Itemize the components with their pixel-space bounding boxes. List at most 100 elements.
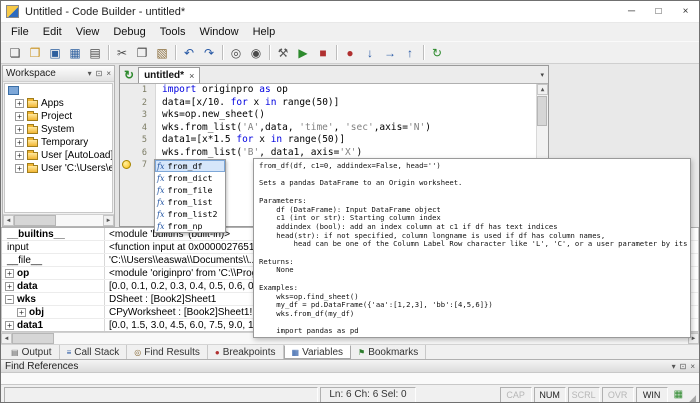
minimize-button[interactable]: ─: [618, 1, 645, 22]
autocomplete-item-from-np[interactable]: fxfrom_np: [155, 220, 225, 232]
code-line[interactable]: 1import originpro as op: [120, 84, 548, 97]
code-line[interactable]: 2data=[x/10. for x in range(50)]: [120, 97, 548, 110]
expand-icon[interactable]: +: [5, 269, 14, 278]
panel-tab-find-results[interactable]: ◎Find Results: [127, 345, 208, 359]
tree-item-label: Temporary: [41, 137, 88, 148]
find-references-header-icons: ▾ ⊡ ×: [672, 362, 695, 371]
collapse-icon[interactable]: −: [5, 295, 14, 304]
save-all-button[interactable]: ▦: [65, 43, 85, 63]
workspace-title: Workspace: [6, 68, 56, 79]
expand-icon[interactable]: +: [17, 308, 26, 317]
close-icon[interactable]: ×: [690, 362, 695, 371]
scroll-track[interactable]: [14, 215, 103, 226]
menu-edit[interactable]: Edit: [36, 23, 69, 41]
code-line[interactable]: 5data1=[x*1.5 for x in range(50)]: [120, 134, 548, 147]
panel-tab-bookmarks[interactable]: ⚑Bookmarks: [351, 345, 426, 359]
panel-tab-output[interactable]: ▤Output: [4, 345, 60, 359]
tree-item-user-c-users-easwa[interactable]: + User 'C:\Users\easwa: [5, 162, 112, 175]
expand-icon[interactable]: +: [15, 112, 24, 121]
code-text: wks=op.new_sheet(): [156, 109, 265, 122]
paste-button[interactable]: ▧: [152, 43, 172, 63]
run-button[interactable]: ▶: [293, 43, 313, 63]
autocomplete-item-from-list[interactable]: fxfrom_list: [155, 196, 225, 208]
autocomplete-item-from-list2[interactable]: fxfrom_list2: [155, 208, 225, 220]
editor-tab[interactable]: untitled* ×: [138, 67, 200, 83]
scroll-left-button[interactable]: ◄: [1, 333, 12, 344]
menu-debug[interactable]: Debug: [106, 23, 152, 41]
scroll-thumb[interactable]: [12, 333, 54, 344]
run-script-icon[interactable]: ↻: [124, 68, 134, 82]
expand-icon[interactable]: +: [15, 99, 24, 108]
autocomplete-item-from-df[interactable]: fxfrom_df: [155, 160, 225, 172]
chevron-down-icon[interactable]: ▾: [88, 69, 92, 78]
new-file-button[interactable]: ❏: [5, 43, 25, 63]
workspace-root-icon: [8, 86, 19, 95]
maximize-button[interactable]: □: [645, 1, 672, 22]
open-file-button[interactable]: ❒: [25, 43, 45, 63]
tree-item-label: User 'C:\Users\easwa: [41, 163, 112, 174]
close-icon[interactable]: ×: [106, 69, 111, 78]
menu-window[interactable]: Window: [192, 23, 245, 41]
tree-item-project[interactable]: +Project: [5, 110, 112, 123]
code-token: in: [265, 97, 276, 108]
resize-grip[interactable]: ◢: [689, 394, 696, 403]
tab-list-dropdown-icon[interactable]: ▾: [540, 71, 548, 83]
code-line[interactable]: 3wks=op.new_sheet(): [120, 109, 548, 122]
scroll-thumb[interactable]: [537, 96, 547, 126]
redo-icon: ↷: [204, 47, 214, 59]
copy-button[interactable]: ❐: [132, 43, 152, 63]
menu-file[interactable]: File: [4, 23, 36, 41]
menu-tools[interactable]: Tools: [153, 23, 193, 41]
tree-item-temporary[interactable]: + Temporary: [5, 136, 112, 149]
workspace-hscrollbar[interactable]: ◄ ►: [3, 214, 114, 226]
chevron-down-icon[interactable]: ▾: [672, 362, 676, 371]
print-button[interactable]: ▤: [85, 43, 105, 63]
expand-icon[interactable]: +: [15, 125, 24, 134]
origin-icon: ↻: [432, 47, 442, 59]
scroll-right-button[interactable]: ►: [103, 215, 114, 226]
redo-button[interactable]: ↷: [199, 43, 219, 63]
stop-button[interactable]: ■: [313, 43, 333, 63]
close-button[interactable]: ×: [672, 1, 699, 22]
cursor-position: Ln: 6 Ch: 6 Sel: 0: [320, 387, 415, 403]
tree-item-apps[interactable]: +Apps: [5, 97, 112, 110]
pin-icon[interactable]: ⊡: [96, 69, 103, 78]
scroll-thumb[interactable]: [14, 215, 56, 226]
folder-icon: [27, 165, 38, 173]
undo-button[interactable]: ↶: [179, 43, 199, 63]
menu-help[interactable]: Help: [246, 23, 283, 41]
tree-item-system[interactable]: +System: [5, 123, 112, 136]
workspace-root[interactable]: [5, 84, 112, 97]
step-over-button[interactable]: →: [380, 43, 400, 63]
compile-button[interactable]: ⚒: [273, 43, 293, 63]
code-line[interactable]: 4wks.from_list('A',data, 'time', 'sec',a…: [120, 122, 548, 135]
scroll-up-button[interactable]: ▲: [537, 84, 548, 95]
origin-button[interactable]: ↻: [427, 43, 447, 63]
autocomplete-item-from-dict[interactable]: fxfrom_dict: [155, 172, 225, 184]
step-out-button[interactable]: ↑: [400, 43, 420, 63]
expand-icon[interactable]: +: [15, 138, 24, 147]
find-button[interactable]: ◎: [226, 43, 246, 63]
expand-icon[interactable]: +: [15, 164, 24, 173]
toggle-breakpoint-button[interactable]: ●: [340, 43, 360, 63]
cut-button[interactable]: ✂: [112, 43, 132, 63]
expand-icon[interactable]: +: [5, 321, 14, 330]
save-button[interactable]: ▣: [45, 43, 65, 63]
scroll-left-button[interactable]: ◄: [3, 215, 14, 226]
code-token: ,axis=: [374, 122, 408, 133]
panel-tab-variables[interactable]: ▦Variables: [284, 345, 352, 359]
autocomplete-item-from-file[interactable]: fxfrom_file: [155, 184, 225, 196]
expand-icon[interactable]: +: [5, 282, 14, 291]
menu-view[interactable]: View: [69, 23, 107, 41]
tooltip-line: [259, 249, 685, 258]
tab-close-icon[interactable]: ×: [189, 71, 194, 81]
tree-item-user-autoload[interactable]: +User [AutoLoad]: [5, 149, 112, 162]
expand-icon[interactable]: +: [15, 151, 24, 160]
variable-name: wks: [17, 294, 36, 305]
panel-tab-call-stack[interactable]: ≡Call Stack: [60, 345, 128, 359]
pin-icon[interactable]: ⊡: [680, 362, 687, 371]
replace-button[interactable]: ◉: [246, 43, 266, 63]
panel-tab-breakpoints[interactable]: ●Breakpoints: [208, 345, 284, 359]
toggle-breakpoint-icon: ●: [346, 47, 353, 59]
step-into-button[interactable]: ↓: [360, 43, 380, 63]
